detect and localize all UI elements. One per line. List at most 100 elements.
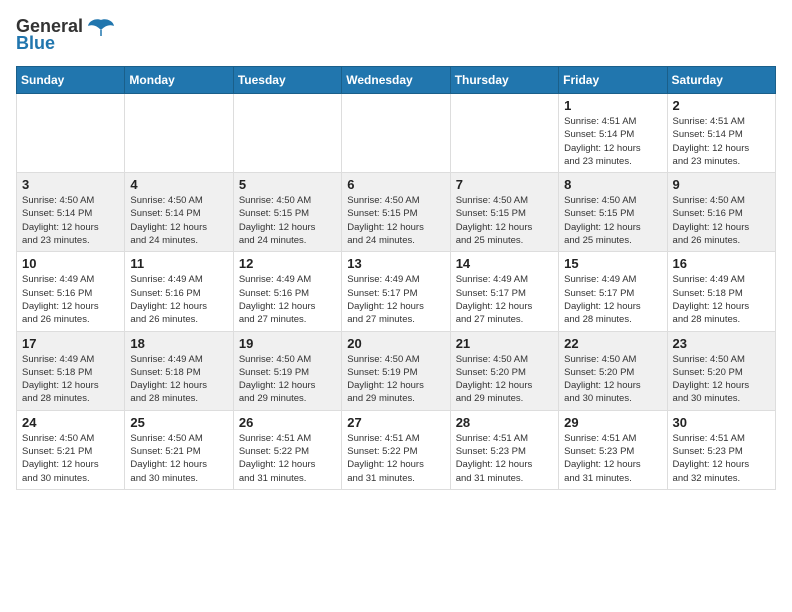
day-info: Sunrise: 4:50 AM Sunset: 5:21 PM Dayligh… <box>22 432 119 485</box>
day-number: 30 <box>673 415 770 430</box>
page-header: General Blue <box>16 16 776 54</box>
calendar-cell: 22 Sunrise: 4:50 AM Sunset: 5:20 PM Dayli… <box>559 331 667 410</box>
day-number: 5 <box>239 177 336 192</box>
calendar-cell: 17Sunrise: 4:49 AM Sunset: 5:18 PM Dayli… <box>17 331 125 410</box>
day-info: Sunrise: 4:50 AM Sunset: 5:19 PM Dayligh… <box>239 353 336 406</box>
day-info: Sunrise: 4:49 AM Sunset: 5:17 PM Dayligh… <box>347 273 444 326</box>
day-number: 8 <box>564 177 661 192</box>
week-row-5: 24 Sunrise: 4:50 AM Sunset: 5:21 PM Dayli… <box>17 410 776 489</box>
calendar-cell: 2 Sunrise: 4:51 AM Sunset: 5:14 PM Daylig… <box>667 94 775 173</box>
calendar-cell <box>17 94 125 173</box>
calendar-cell: 20 Sunrise: 4:50 AM Sunset: 5:19 PM Dayli… <box>342 331 450 410</box>
day-number: 21 <box>456 336 553 351</box>
day-number: 16 <box>673 256 770 271</box>
calendar-cell: 9 Sunrise: 4:50 AM Sunset: 5:16 PM Daylig… <box>667 173 775 252</box>
day-number: 24 <box>22 415 119 430</box>
day-info: Sunrise: 4:50 AM Sunset: 5:15 PM Dayligh… <box>564 194 661 247</box>
day-number: 6 <box>347 177 444 192</box>
weekday-header-thursday: Thursday <box>450 67 558 94</box>
calendar-cell: 4Sunrise: 4:50 AM Sunset: 5:14 PM Daylig… <box>125 173 233 252</box>
day-info: Sunrise: 4:50 AM Sunset: 5:15 PM Dayligh… <box>347 194 444 247</box>
calendar-cell: 10 Sunrise: 4:49 AM Sunset: 5:16 PM Dayli… <box>17 252 125 331</box>
day-number: 29 <box>564 415 661 430</box>
day-info: Sunrise: 4:50 AM Sunset: 5:16 PM Dayligh… <box>673 194 770 247</box>
day-info: Sunrise: 4:49 AM Sunset: 5:16 PM Dayligh… <box>239 273 336 326</box>
calendar-cell: 23 Sunrise: 4:50 AM Sunset: 5:20 PM Dayli… <box>667 331 775 410</box>
calendar-cell: 29 Sunrise: 4:51 AM Sunset: 5:23 PM Dayli… <box>559 410 667 489</box>
day-info: Sunrise: 4:50 AM Sunset: 5:19 PM Dayligh… <box>347 353 444 406</box>
day-info: Sunrise: 4:51 AM Sunset: 5:23 PM Dayligh… <box>673 432 770 485</box>
weekday-header-saturday: Saturday <box>667 67 775 94</box>
calendar-cell: 6 Sunrise: 4:50 AM Sunset: 5:15 PM Daylig… <box>342 173 450 252</box>
day-number: 22 <box>564 336 661 351</box>
calendar-cell: 14 Sunrise: 4:49 AM Sunset: 5:17 PM Dayli… <box>450 252 558 331</box>
day-number: 13 <box>347 256 444 271</box>
calendar-table: SundayMondayTuesdayWednesdayThursdayFrid… <box>16 66 776 490</box>
calendar-cell: 13 Sunrise: 4:49 AM Sunset: 5:17 PM Dayli… <box>342 252 450 331</box>
day-number: 19 <box>239 336 336 351</box>
calendar-cell: 1Sunrise: 4:51 AM Sunset: 5:14 PM Daylig… <box>559 94 667 173</box>
day-info: Sunrise: 4:50 AM Sunset: 5:21 PM Dayligh… <box>130 432 227 485</box>
day-info: Sunrise: 4:49 AM Sunset: 5:17 PM Dayligh… <box>564 273 661 326</box>
day-info: Sunrise: 4:49 AM Sunset: 5:18 PM Dayligh… <box>130 353 227 406</box>
weekday-header-sunday: Sunday <box>17 67 125 94</box>
calendar-cell: 7 Sunrise: 4:50 AM Sunset: 5:15 PM Daylig… <box>450 173 558 252</box>
week-row-2: 3 Sunrise: 4:50 AM Sunset: 5:14 PM Daylig… <box>17 173 776 252</box>
calendar-cell <box>342 94 450 173</box>
calendar-cell: 24 Sunrise: 4:50 AM Sunset: 5:21 PM Dayli… <box>17 410 125 489</box>
week-row-1: 1Sunrise: 4:51 AM Sunset: 5:14 PM Daylig… <box>17 94 776 173</box>
day-number: 20 <box>347 336 444 351</box>
day-info: Sunrise: 4:51 AM Sunset: 5:22 PM Dayligh… <box>239 432 336 485</box>
calendar-cell: 30 Sunrise: 4:51 AM Sunset: 5:23 PM Dayli… <box>667 410 775 489</box>
calendar-cell: 19 Sunrise: 4:50 AM Sunset: 5:19 PM Dayli… <box>233 331 341 410</box>
calendar-cell <box>125 94 233 173</box>
day-number: 3 <box>22 177 119 192</box>
week-row-4: 17 Sunrise: 4:49 AM Sunset: 5:18 PM Dayli… <box>17 331 776 410</box>
day-info: Sunrise: 4:51 AM Sunset: 5:14 PM Dayligh… <box>564 115 661 168</box>
day-info: Sunrise: 4:51 AM Sunset: 5:22 PM Dayligh… <box>347 432 444 485</box>
weekday-header-wednesday: Wednesday <box>342 67 450 94</box>
day-info: Sunrise: 4:50 AM Sunset: 5:20 PM Dayligh… <box>673 353 770 406</box>
day-info: Sunrise: 4:49 AM Sunset: 5:18 PM Dayligh… <box>673 273 770 326</box>
day-info: Sunrise: 4:51 AM Sunset: 5:14 PM Dayligh… <box>673 115 770 168</box>
calendar-cell <box>450 94 558 173</box>
day-number: 14 <box>456 256 553 271</box>
day-info: Sunrise: 4:51 AM Sunset: 5:23 PM Dayligh… <box>456 432 553 485</box>
calendar-cell: 5 Sunrise: 4:50 AM Sunset: 5:15 PM Daylig… <box>233 173 341 252</box>
day-number: 17 <box>22 336 119 351</box>
logo-bird-icon <box>87 18 115 36</box>
calendar-cell: 16 Sunrise: 4:49 AM Sunset: 5:18 PM Dayli… <box>667 252 775 331</box>
day-number: 27 <box>347 415 444 430</box>
calendar-cell: 11 Sunrise: 4:49 AM Sunset: 5:16 PM Dayli… <box>125 252 233 331</box>
calendar-cell: 12 Sunrise: 4:49 AM Sunset: 5:16 PM Dayli… <box>233 252 341 331</box>
day-info: Sunrise: 4:50 AM Sunset: 5:15 PM Dayligh… <box>239 194 336 247</box>
calendar-cell <box>233 94 341 173</box>
calendar-cell: 3 Sunrise: 4:50 AM Sunset: 5:14 PM Daylig… <box>17 173 125 252</box>
day-info: Sunrise: 4:51 AM Sunset: 5:23 PM Dayligh… <box>564 432 661 485</box>
day-number: 7 <box>456 177 553 192</box>
day-info: Sunrise: 4:50 AM Sunset: 5:14 PM Dayligh… <box>22 194 119 247</box>
day-number: 2 <box>673 98 770 113</box>
day-number: 28 <box>456 415 553 430</box>
calendar-cell: 25Sunrise: 4:50 AM Sunset: 5:21 PM Dayli… <box>125 410 233 489</box>
calendar-cell: 28 Sunrise: 4:51 AM Sunset: 5:23 PM Dayli… <box>450 410 558 489</box>
day-info: Sunrise: 4:49 AM Sunset: 5:17 PM Dayligh… <box>456 273 553 326</box>
calendar-cell: 15 Sunrise: 4:49 AM Sunset: 5:17 PM Dayli… <box>559 252 667 331</box>
day-info: Sunrise: 4:50 AM Sunset: 5:20 PM Dayligh… <box>564 353 661 406</box>
calendar-cell: 27 Sunrise: 4:51 AM Sunset: 5:22 PM Dayli… <box>342 410 450 489</box>
day-info: Sunrise: 4:49 AM Sunset: 5:16 PM Dayligh… <box>130 273 227 326</box>
day-number: 10 <box>22 256 119 271</box>
day-info: Sunrise: 4:49 AM Sunset: 5:16 PM Dayligh… <box>22 273 119 326</box>
day-number: 12 <box>239 256 336 271</box>
week-row-3: 10 Sunrise: 4:49 AM Sunset: 5:16 PM Dayli… <box>17 252 776 331</box>
logo-blue-text: Blue <box>16 33 55 54</box>
day-number: 23 <box>673 336 770 351</box>
day-number: 9 <box>673 177 770 192</box>
calendar-cell: 8 Sunrise: 4:50 AM Sunset: 5:15 PM Daylig… <box>559 173 667 252</box>
logo: General Blue <box>16 16 115 54</box>
weekday-header-friday: Friday <box>559 67 667 94</box>
day-info: Sunrise: 4:50 AM Sunset: 5:15 PM Dayligh… <box>456 194 553 247</box>
day-number: 15 <box>564 256 661 271</box>
day-number: 4 <box>130 177 227 192</box>
day-number: 11 <box>130 256 227 271</box>
